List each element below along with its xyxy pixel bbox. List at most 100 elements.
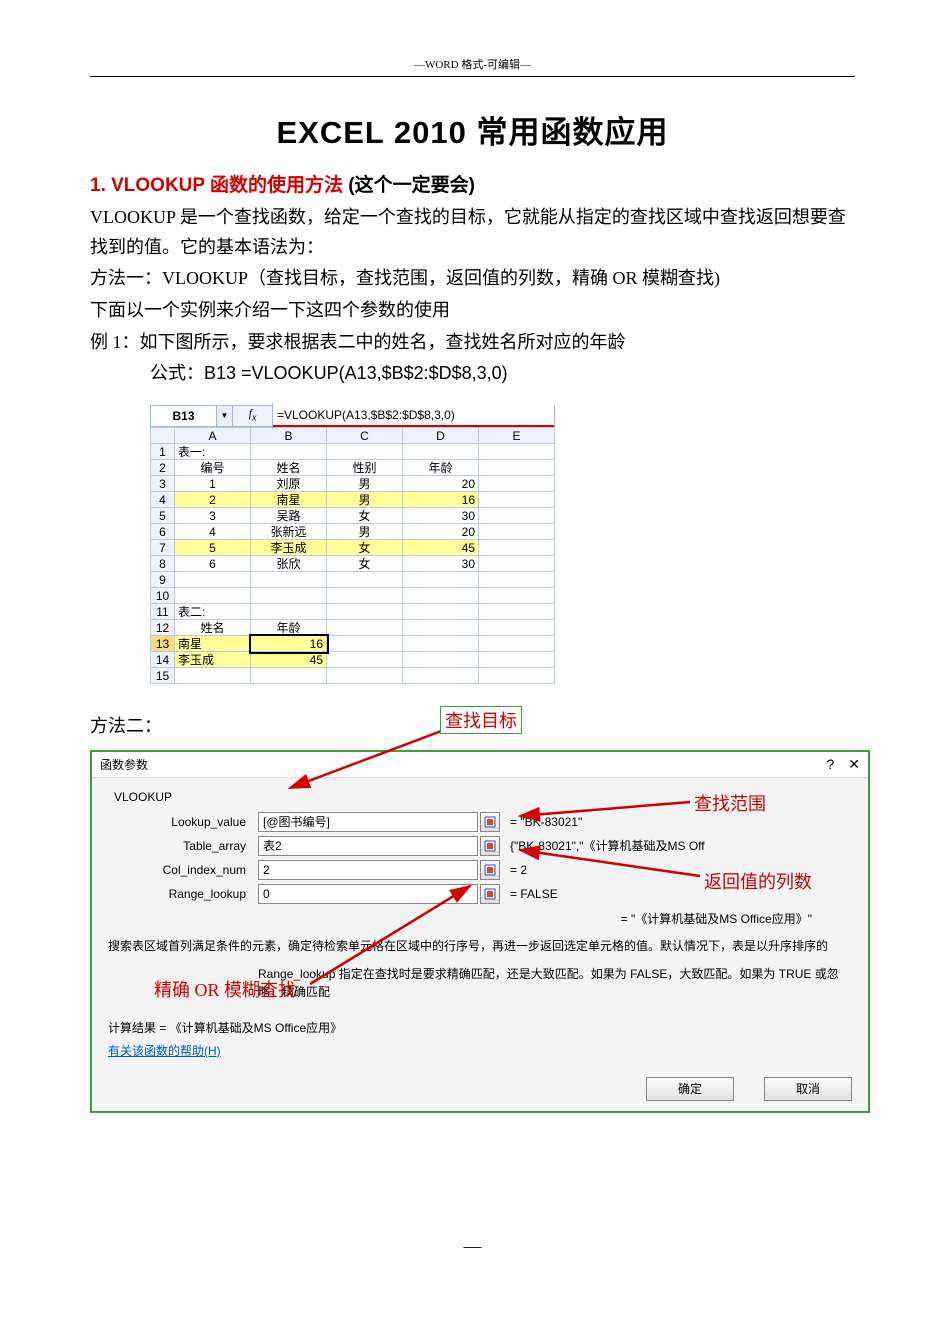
cell[interactable]: 4 (175, 524, 251, 540)
row-header[interactable]: 4 (151, 492, 175, 508)
cell[interactable]: 5 (175, 540, 251, 556)
cell[interactable]: 20 (403, 524, 479, 540)
row-header[interactable]: 7 (151, 540, 175, 556)
param-input-range-lookup[interactable]: 0 (258, 884, 478, 904)
col-header[interactable]: D (403, 428, 479, 444)
annotation-match-type: 精确 OR 模糊查找 (150, 976, 300, 1002)
header-rule (90, 76, 855, 77)
cell[interactable]: 6 (175, 556, 251, 572)
name-box[interactable]: B13 (151, 406, 217, 426)
paragraph: VLOOKUP 是一个查找函数，给定一个查找的目标，它就能从指定的查找区域中查找… (90, 203, 855, 262)
row-header[interactable]: 11 (151, 604, 175, 620)
row-header[interactable]: 10 (151, 588, 175, 604)
param-label: Table_array (108, 839, 258, 853)
col-header[interactable]: A (175, 428, 251, 444)
col-header[interactable]: E (479, 428, 555, 444)
row-header[interactable]: 9 (151, 572, 175, 588)
row-header[interactable]: 15 (151, 668, 175, 684)
cell[interactable]: 姓名 (251, 460, 327, 476)
row-header[interactable]: 2 (151, 460, 175, 476)
dialog-title: 函数参数 (100, 756, 148, 773)
param-label: Range_lookup (108, 887, 258, 901)
cell[interactable]: 表一: (175, 444, 251, 460)
row-header[interactable]: 8 (151, 556, 175, 572)
paragraph: 下面以一个实例来介绍一下这四个参数的使用 (90, 296, 855, 326)
section-note: (这个一定要会) (348, 175, 475, 196)
method2-label: 方法二： (90, 712, 162, 742)
help-link[interactable]: 有关该函数的帮助(H) (108, 1042, 221, 1059)
cell[interactable]: 李玉成 (175, 652, 251, 668)
page-title: EXCEL 2010 常用函数应用 (90, 107, 855, 152)
cell[interactable]: 男 (327, 476, 403, 492)
cell[interactable]: 南星 (175, 636, 251, 652)
cell[interactable]: 16 (403, 492, 479, 508)
cell[interactable]: 张新远 (251, 524, 327, 540)
cell[interactable]: 1 (175, 476, 251, 492)
param-input-table-array[interactable]: 表2 (258, 836, 478, 856)
row-header[interactable]: 3 (151, 476, 175, 492)
param-label: Col_index_num (108, 863, 258, 877)
excel-screenshot: B13 ▼ fx =VLOOKUP(A13,$B$2:$D$8,3,0) A B… (150, 405, 555, 684)
cell[interactable]: 男 (327, 524, 403, 540)
corner-cell[interactable] (151, 428, 175, 444)
dialog-titlebar[interactable]: 函数参数 ? ✕ (92, 752, 868, 778)
spreadsheet[interactable]: A B C D E 1表一: 2 编号 姓名 性别 年龄 31刘原男20 42南… (150, 427, 555, 684)
cell[interactable]: 45 (251, 652, 327, 668)
annotation-lookup-range: 查找范围 (690, 790, 770, 816)
ref-select-icon[interactable] (480, 812, 500, 832)
cell[interactable]: 李玉成 (251, 540, 327, 556)
param-result: {"BK-83021","《计算机基础及MS Off (510, 837, 852, 854)
cell[interactable]: 年龄 (403, 460, 479, 476)
cancel-button[interactable]: 取消 (764, 1077, 852, 1101)
cell[interactable]: 30 (403, 508, 479, 524)
cell[interactable]: 女 (327, 556, 403, 572)
cell[interactable]: 女 (327, 540, 403, 556)
cell[interactable]: 30 (403, 556, 479, 572)
ref-select-icon[interactable] (480, 860, 500, 880)
cell[interactable]: 南星 (251, 492, 327, 508)
cell[interactable]: 女 (327, 508, 403, 524)
formula-bar[interactable]: =VLOOKUP(A13,$B$2:$D$8,3,0) (273, 405, 554, 427)
annotation-col-index: 返回值的列数 (700, 868, 816, 894)
namebox-dropdown-icon[interactable]: ▼ (217, 406, 233, 426)
calculation-result: 计算结果 = 《计算机基础及MS Office应用》 (108, 1019, 852, 1036)
cell[interactable]: 3 (175, 508, 251, 524)
row-header[interactable]: 12 (151, 620, 175, 636)
ok-button[interactable]: 确定 (646, 1077, 734, 1101)
cell[interactable]: 编号 (175, 460, 251, 476)
ref-select-icon[interactable] (480, 836, 500, 856)
cell[interactable]: 20 (403, 476, 479, 492)
cell[interactable]: 刘原 (251, 476, 327, 492)
cell[interactable]: 张欣 (251, 556, 327, 572)
cell[interactable]: 2 (175, 492, 251, 508)
formula-line: 公式：B13 =VLOOKUP(A13,$B$2:$D$8,3,0) (90, 359, 855, 389)
ref-select-icon[interactable] (480, 884, 500, 904)
annotation-lookup-target: 查找目标 (440, 706, 522, 734)
cell[interactable]: 45 (403, 540, 479, 556)
row-header[interactable]: 6 (151, 524, 175, 540)
evaluated-result: = "《计算机基础及MS Office应用》" (108, 910, 852, 927)
cell[interactable]: 姓名 (175, 620, 251, 636)
cell[interactable]: 性别 (327, 460, 403, 476)
selected-cell[interactable]: 16 (251, 636, 327, 652)
section-number: 1. (90, 175, 111, 196)
fx-icon[interactable]: fx (233, 403, 273, 428)
row-header[interactable]: 1 (151, 444, 175, 460)
col-header[interactable]: C (327, 428, 403, 444)
param-result: = "BK-83021" (510, 815, 852, 829)
row-header[interactable]: 14 (151, 652, 175, 668)
section-name: VLOOKUP 函数的使用方法 (111, 175, 348, 196)
close-icon[interactable]: ✕ (848, 756, 860, 773)
cell[interactable]: 男 (327, 492, 403, 508)
col-header[interactable]: B (251, 428, 327, 444)
paragraph: 例 1：如下图所示，要求根据表二中的姓名，查找姓名所对应的年龄 (90, 328, 855, 358)
param-input-lookup-value[interactable]: [@图书编号] (258, 812, 478, 832)
footer-mark: — (0, 1236, 945, 1257)
cell[interactable]: 吴路 (251, 508, 327, 524)
cell[interactable]: 表二: (175, 604, 251, 620)
cell[interactable]: 年龄 (251, 620, 327, 636)
row-header[interactable]: 13 (151, 636, 175, 652)
row-header[interactable]: 5 (151, 508, 175, 524)
param-input-col-index[interactable]: 2 (258, 860, 478, 880)
help-icon[interactable]: ? (826, 756, 834, 773)
